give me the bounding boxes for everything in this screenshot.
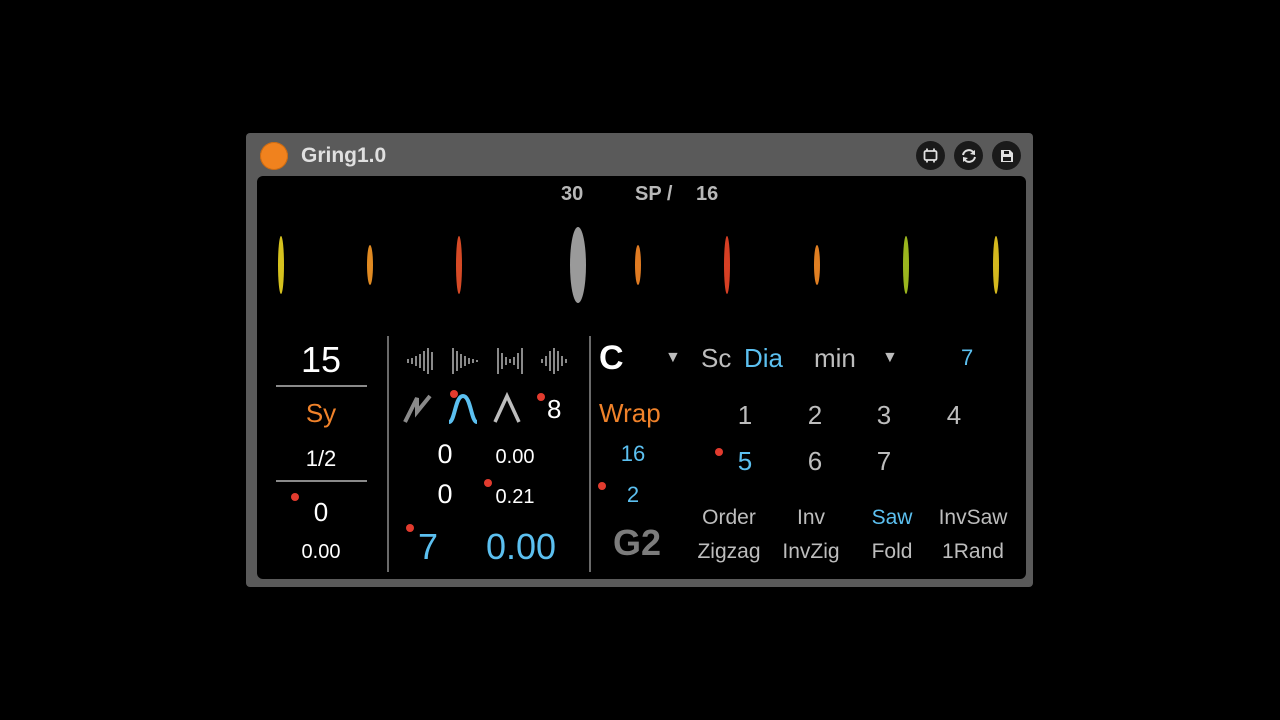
wrap-toggle[interactable]: Wrap [599, 398, 661, 429]
curve-value[interactable]: 8 [547, 394, 561, 425]
degree-7[interactable]: 7 [877, 446, 891, 477]
degree-6[interactable]: 6 [808, 446, 822, 477]
save-icon[interactable] [992, 141, 1021, 170]
clip-icon[interactable] [916, 141, 945, 170]
modulation-dot [406, 524, 414, 532]
step-8[interactable] [903, 236, 909, 294]
note-display: G2 [612, 522, 662, 563]
curve-icons [403, 392, 521, 424]
sync-toggle[interactable]: Sy [306, 398, 336, 429]
pattern-inv[interactable]: Inv [797, 506, 825, 530]
step-2[interactable] [367, 245, 373, 285]
step-7[interactable] [814, 245, 820, 285]
modulation-dot [484, 479, 492, 487]
pattern-saw[interactable]: Saw [872, 506, 913, 530]
row1-int[interactable]: 0 [437, 439, 452, 470]
degree-2[interactable]: 2 [808, 400, 822, 431]
step-sequence-display[interactable] [257, 176, 1026, 316]
big-int[interactable]: 7 [418, 526, 438, 568]
modulation-dot [291, 493, 299, 501]
step-3[interactable] [456, 236, 462, 294]
key-value[interactable]: C [599, 339, 624, 378]
mode-value[interactable]: min [814, 343, 856, 374]
divider [589, 336, 591, 572]
offset-int[interactable]: 0 [314, 497, 328, 528]
degree-3[interactable]: 3 [877, 400, 891, 431]
modulation-dot [598, 482, 606, 490]
sawtooth-curve-icon[interactable] [403, 394, 432, 423]
step-9[interactable] [993, 236, 999, 294]
mode-count[interactable]: 7 [961, 345, 973, 371]
modulation-dot [715, 448, 723, 456]
big-float[interactable]: 0.00 [486, 526, 556, 568]
refresh-icon[interactable] [954, 141, 983, 170]
wrap-value-1[interactable]: 16 [621, 441, 645, 467]
step-4[interactable] [570, 227, 586, 303]
pattern-invsaw[interactable]: InvSaw [939, 506, 1008, 530]
bell-curve-icon[interactable] [448, 393, 478, 424]
triangle-curve-icon[interactable] [493, 392, 521, 423]
wave-icon-1[interactable] [407, 348, 433, 374]
step-1[interactable] [278, 236, 284, 294]
wave-icon-2[interactable] [452, 348, 478, 374]
pattern-1rand[interactable]: 1Rand [942, 540, 1004, 564]
wave-icon-4[interactable] [541, 348, 567, 374]
pattern-order[interactable]: Order [702, 506, 756, 530]
degree-1[interactable]: 1 [738, 400, 752, 431]
row1-float[interactable]: 0.00 [496, 446, 535, 469]
mode-dropdown-icon[interactable]: ▼ [882, 349, 898, 367]
divider [387, 336, 389, 572]
degree-5[interactable]: 5 [738, 446, 752, 477]
rate-value[interactable]: 1/2 [306, 446, 337, 472]
step-5[interactable] [635, 245, 641, 285]
divider [276, 480, 367, 482]
scale-type[interactable]: Dia [744, 343, 783, 374]
device-window: Gring1.0 30 SP / 16 15 Sy 1/2 0 0.00 8 0… [246, 133, 1033, 587]
scale-label: Sc [701, 343, 732, 373]
pattern-invzig[interactable]: InvZig [782, 540, 839, 564]
row2-int[interactable]: 0 [437, 479, 452, 510]
offset-float[interactable]: 0.00 [302, 541, 341, 564]
shape-icons [407, 348, 567, 374]
pattern-zigzag[interactable]: Zigzag [697, 540, 760, 564]
key-dropdown-icon[interactable]: ▼ [665, 349, 681, 367]
wrap-value-2[interactable]: 2 [627, 482, 639, 508]
pattern-fold[interactable]: Fold [872, 540, 913, 564]
length-value[interactable]: 15 [301, 339, 341, 381]
device-title: Gring1.0 [301, 144, 387, 167]
main-panel: 30 SP / 16 15 Sy 1/2 0 0.00 8 0 0.00 0 0… [257, 176, 1026, 579]
divider [276, 385, 367, 387]
title-bar: Gring1.0 [246, 133, 1033, 177]
degree-4[interactable]: 4 [947, 400, 961, 431]
row2-float[interactable]: 0.21 [496, 486, 535, 509]
step-6[interactable] [724, 236, 730, 294]
power-button[interactable] [260, 142, 288, 170]
wave-icon-3[interactable] [497, 348, 523, 374]
